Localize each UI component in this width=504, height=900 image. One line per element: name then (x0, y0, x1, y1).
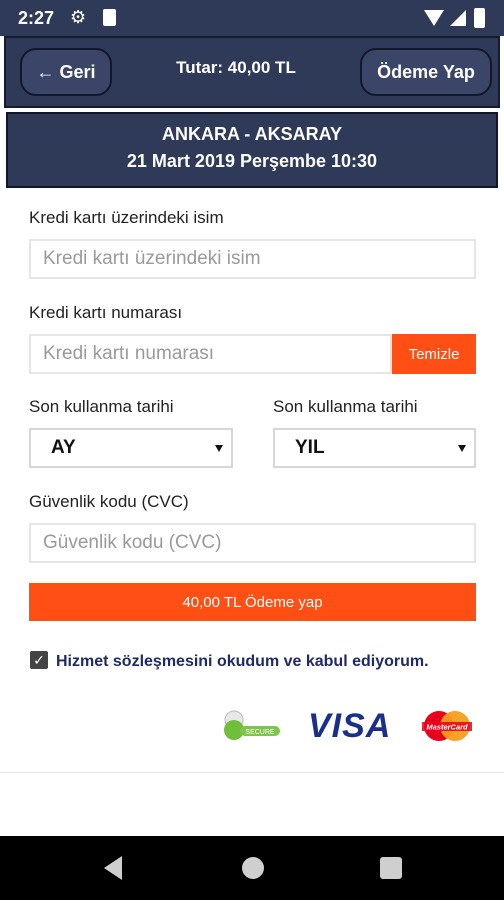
settings-icon: ⚙ (70, 7, 87, 27)
expiry-month-value: AY (51, 437, 76, 458)
total-amount: Tutar: 40,00 TL (176, 58, 296, 77)
expiry-month-select[interactable]: AY (29, 428, 233, 468)
recent-apps-icon[interactable] (380, 857, 402, 879)
agreement-text: Hizmet sözleşmesini okudum ve kabul ediy… (56, 653, 429, 670)
battery-icon (474, 8, 485, 28)
mastercard-logo: MasterCard (422, 711, 472, 741)
cvc-label: Güvenlik kodu (CVC) (29, 492, 189, 511)
cvc-input[interactable]: Güvenlik kodu (CVC) (29, 523, 476, 563)
secure-badge-icon: SECURE (224, 710, 280, 740)
clear-button[interactable]: Temizle (392, 334, 476, 374)
status-time: 2:27 (18, 8, 55, 28)
mastercard-text: MasterCard (426, 723, 468, 732)
submit-payment-button[interactable]: 40,00 TL Ödeme yap (29, 583, 476, 621)
expiry-month-label: Son kullanma tarihi (29, 397, 174, 416)
route-info: ANKARA - AKSARAY 21 Mart 2019 Perşembe 1… (6, 112, 498, 188)
dropdown-caret-icon (458, 445, 466, 452)
system-nav-bar (0, 836, 504, 900)
card-number-input[interactable]: Kredi kartı numarası (29, 334, 392, 374)
wifi-icon (424, 10, 444, 26)
status-bar: 2:27 ⚙ (0, 0, 504, 36)
expiry-year-select[interactable]: YIL (273, 428, 476, 468)
sd-card-icon (103, 9, 116, 26)
agreement-checkbox[interactable]: ✓ (30, 651, 48, 669)
card-name-input[interactable]: Kredi kartı üzerindeki isim (29, 239, 476, 279)
dropdown-caret-icon (215, 445, 223, 452)
home-nav-icon[interactable] (242, 857, 264, 879)
top-header: ← Geri Tutar: 40,00 TL Ödeme Yap (4, 36, 500, 108)
secure-badge-text: SECURE (245, 729, 275, 736)
route-title: ANKARA - AKSARAY (161, 124, 342, 144)
expiry-year-value: YIL (295, 437, 325, 458)
signal-icon (450, 10, 466, 26)
route-datetime: 21 Mart 2019 Perşembe 10:30 (126, 151, 378, 171)
expiry-year-label: Son kullanma tarihi (273, 397, 418, 416)
visa-logo: VISA (308, 707, 392, 745)
back-nav-icon[interactable] (104, 856, 122, 880)
pay-button[interactable]: Ödeme Yap (360, 48, 492, 96)
card-number-label: Kredi kartı numarası (29, 303, 183, 322)
card-name-label: Kredi kartı üzerindeki isim (29, 208, 224, 227)
back-button[interactable]: ← Geri (20, 48, 112, 96)
